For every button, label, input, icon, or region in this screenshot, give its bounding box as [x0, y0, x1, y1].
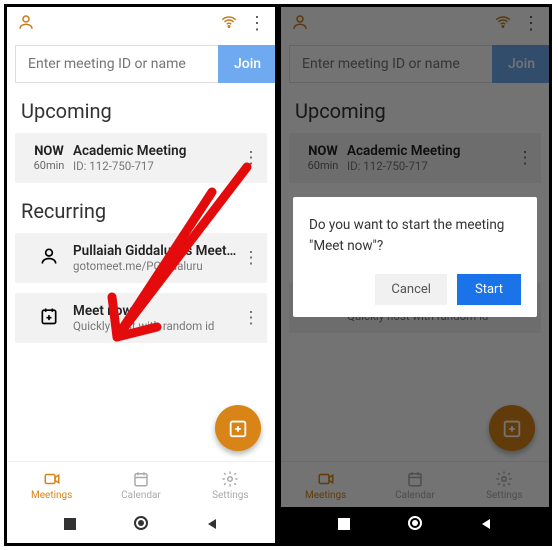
- person-icon: [25, 246, 73, 270]
- nav-back-icon[interactable]: [479, 516, 493, 535]
- nav-home-icon[interactable]: [133, 515, 149, 535]
- phone-right: ⋮ Join Upcoming NOW 60min Academic Meeti…: [278, 4, 552, 546]
- tab-meetings[interactable]: Meetings: [7, 462, 96, 507]
- dialog-message: Do you want to start the meeting "Meet n…: [309, 215, 521, 256]
- phone-left: ⋮ Join Upcoming NOW 60min Academic Meeti…: [4, 4, 278, 546]
- modal-overlay: Do you want to start the meeting "Meet n…: [281, 7, 549, 507]
- meeting-title: Pullaiah Giddaluru's Meeting: [73, 243, 239, 259]
- android-nav-bar: [7, 507, 275, 543]
- card-menu-icon[interactable]: ⋮: [239, 148, 263, 168]
- tab-calendar[interactable]: Calendar: [96, 462, 185, 507]
- meet-now-card[interactable]: Meet now Quickly host with random id ⋮: [15, 293, 267, 343]
- tab-settings[interactable]: Settings: [186, 462, 275, 507]
- nav-recent-icon[interactable]: [63, 516, 77, 535]
- top-bar: ⋮: [7, 7, 275, 39]
- meeting-subtitle: Quickly host with random id: [73, 319, 239, 333]
- start-meeting-dialog: Do you want to start the meeting "Meet n…: [293, 197, 537, 317]
- section-recurring: Recurring: [7, 193, 275, 233]
- nav-back-icon[interactable]: [205, 516, 219, 535]
- meeting-link: gotomeet.me/PGiddaluru: [73, 259, 239, 273]
- meeting-title: Meet now: [73, 303, 239, 319]
- meeting-id-input[interactable]: [15, 45, 218, 83]
- profile-icon[interactable]: [17, 13, 35, 35]
- cancel-button[interactable]: Cancel: [375, 274, 447, 305]
- time-badge: NOW 60min: [25, 144, 73, 172]
- join-button[interactable]: Join: [218, 45, 277, 83]
- bottom-tabs: Meetings Calendar Settings: [7, 461, 275, 507]
- meeting-id: ID: 112-750-717: [73, 159, 239, 173]
- card-menu-icon[interactable]: ⋮: [239, 308, 263, 328]
- fab-new-meeting[interactable]: [215, 405, 261, 451]
- start-button[interactable]: Start: [457, 274, 521, 305]
- search-row: Join: [7, 39, 275, 93]
- nav-home-icon[interactable]: [407, 515, 423, 535]
- meeting-title: Academic Meeting: [73, 143, 239, 159]
- overflow-menu-icon[interactable]: ⋮: [248, 15, 265, 33]
- section-upcoming: Upcoming: [7, 93, 275, 133]
- calendar-plus-icon: [25, 306, 73, 330]
- recurring-meeting-card[interactable]: Pullaiah Giddaluru's Meeting gotomeet.me…: [15, 233, 267, 283]
- card-menu-icon[interactable]: ⋮: [239, 248, 263, 268]
- upcoming-meeting-card[interactable]: NOW 60min Academic Meeting ID: 112-750-7…: [15, 133, 267, 183]
- android-nav-bar: [281, 507, 549, 543]
- wifi-icon: [220, 13, 238, 35]
- nav-recent-icon[interactable]: [337, 516, 351, 535]
